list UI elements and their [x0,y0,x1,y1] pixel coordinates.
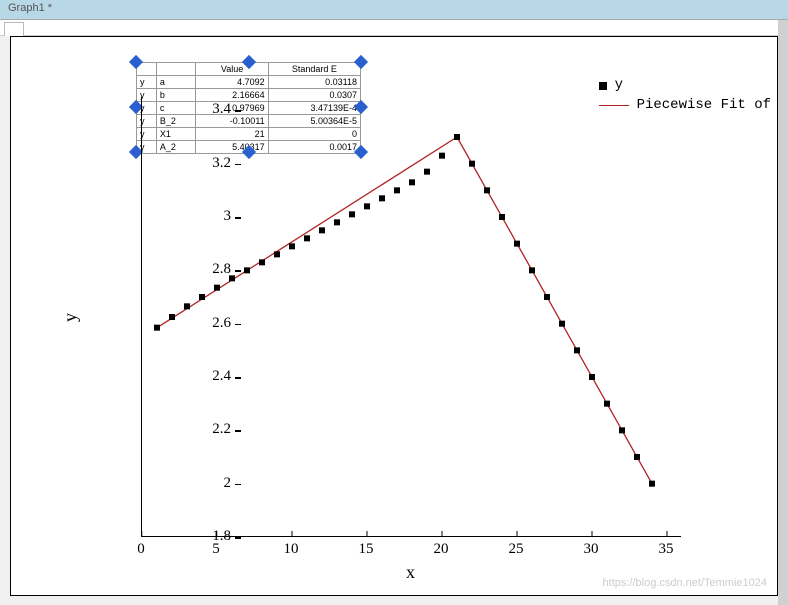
table-cell: y [137,76,157,89]
data-point [529,267,535,273]
data-point [379,195,385,201]
data-point [484,187,490,193]
x-axis-label[interactable]: x [406,562,415,583]
table-row: ya4.70920.03118 [137,76,361,89]
table-header: Standard E [268,63,360,76]
y-tick-label: 2.4 [191,368,231,385]
y-tick-label: 2.8 [191,261,231,278]
y-tick-label: 3.4 [191,101,231,118]
table-cell: 0.03118 [268,76,360,89]
data-point [589,374,595,380]
x-tick-label: 0 [137,541,145,558]
data-point [634,454,640,460]
fit-line [157,137,652,484]
data-point [574,347,580,353]
data-point [274,251,280,257]
x-tick-label: 15 [359,541,374,558]
x-tick-label: 10 [284,541,299,558]
data-point [364,203,370,209]
data-point [619,427,625,433]
table-cell: 4.7092 [196,76,268,89]
x-tick-label: 20 [434,541,449,558]
chart-container: y Piecewise Fit of Value Standard E ya4.… [10,36,778,596]
table-header: Value [196,63,268,76]
legend-label: y [615,76,623,96]
y-tick-label: 3.2 [191,155,231,172]
watermark: https://blog.csdn.net/Temmie1024 [603,577,767,589]
data-point [649,481,655,487]
data-point [469,161,475,167]
data-point [514,241,520,247]
data-point [424,169,430,175]
data-point [409,179,415,185]
y-tick-label: 2.6 [191,315,231,332]
legend-item-y: y [599,76,771,96]
right-gutter [778,20,788,605]
data-point [289,243,295,249]
window-title: Graph1 * [8,2,52,14]
data-point [214,285,220,291]
window-title-bar: Graph1 * [0,0,788,20]
y-axis-label[interactable]: y [60,313,81,322]
table-header [156,63,196,76]
table-cell: a [156,76,196,89]
data-point [259,259,265,265]
data-point [334,219,340,225]
data-point [499,214,505,220]
data-point [394,187,400,193]
square-marker-icon [599,82,607,90]
y-tick-label: 3 [191,208,231,225]
data-point [304,235,310,241]
data-point [439,153,445,159]
y-tick-label: 2 [191,475,231,492]
data-point [199,294,205,300]
x-tick-label: 25 [509,541,524,558]
y-tick-label: 1.8 [191,528,231,545]
data-point [244,267,250,273]
y-tick-label: 2.2 [191,421,231,438]
tab-strip [0,20,788,36]
data-point [169,314,175,320]
data-point [454,134,460,140]
data-point [604,401,610,407]
data-point [154,325,160,331]
sheet-tab[interactable] [4,22,24,36]
data-point [544,294,550,300]
data-point [319,227,325,233]
data-point [349,211,355,217]
x-tick-label: 30 [584,541,599,558]
x-tick-label: 35 [659,541,674,558]
data-point [559,321,565,327]
data-point [184,303,190,309]
